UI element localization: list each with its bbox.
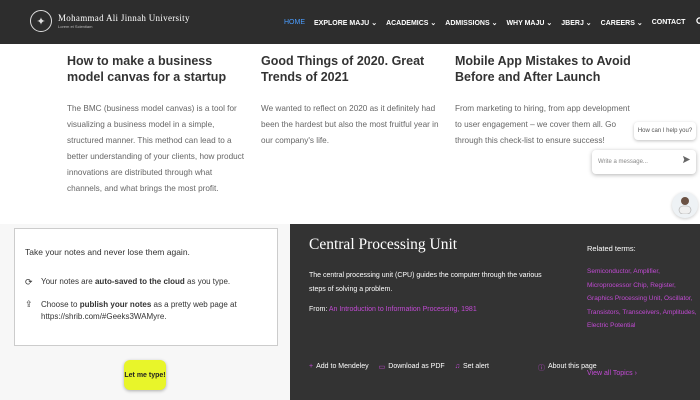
chat-message-input[interactable]: Write a message... (592, 150, 696, 174)
source-label: From: (309, 306, 328, 313)
text: as a pretty web page at (153, 300, 237, 309)
article-excerpt: We wanted to reflect on 2020 as it defin… (261, 104, 439, 145)
related-terms: Related terms: Semiconductor, Amplifier,… (587, 244, 697, 333)
article-card[interactable]: Mobile App Mistakes to Avoid Before and … (455, 53, 633, 149)
text-bold: publish your notes (79, 300, 152, 309)
nav-label: CAREERS (600, 19, 635, 27)
action-label: Download as PDF (388, 363, 445, 370)
search-icon[interactable] (696, 17, 700, 28)
nav-item-jberj[interactable]: JBERJ ⌄ (561, 19, 591, 27)
shrib-url: https://shrib.com/#Geeks3WAMyre. (41, 312, 167, 321)
chevron-down-icon: ⌄ (585, 19, 592, 27)
chat-placeholder: Write a message... (598, 159, 648, 165)
avatar-icon[interactable] (672, 192, 698, 218)
plus-icon: + (309, 363, 314, 370)
chat-tooltip: How can I help you? (634, 122, 696, 140)
definition-title: Central Processing Unit (309, 236, 458, 253)
related-terms-text[interactable]: Semiconductor, Amplifier, Microprocessor… (587, 268, 697, 329)
definition-actions: + Add to Mendeley ▭ Download as PDF ♫ Set a… (309, 363, 489, 371)
related-terms-list[interactable]: Semiconductor, Amplifier, Microprocessor… (587, 265, 697, 333)
add-to-mendeley-button[interactable]: + Add to Mendeley (309, 363, 369, 371)
university-tagline: Lorem et Scientiam (58, 23, 93, 29)
nav-label: WHY MAJU (506, 19, 545, 27)
article-title[interactable]: Good Things of 2020. Great Trends of 202… (261, 53, 441, 85)
article-excerpt: From marketing to hiring, from app devel… (455, 104, 630, 145)
text: as you type. (187, 277, 231, 286)
download-pdf-button[interactable]: ▭ Download as PDF (379, 363, 445, 371)
nav-label: JBERJ (561, 19, 584, 27)
notes-feature-text: Your notes are auto-saved to the cloud a… (41, 277, 230, 288)
notes-promo-title: Take your notes and never lose them agai… (25, 247, 190, 257)
chevron-down-icon: ⌄ (430, 19, 437, 27)
action-label: Set alert (462, 363, 490, 370)
nav-label: EXPLORE MAJU (314, 19, 370, 27)
chevron-down-icon: ⌄ (546, 19, 553, 27)
article-card[interactable]: Good Things of 2020. Great Trends of 202… (261, 53, 441, 149)
notes-feature-autosave: ⟳ Your notes are auto-saved to the cloud… (25, 277, 230, 288)
bell-icon: ♫ (454, 363, 460, 370)
article-title[interactable]: Mobile App Mistakes to Avoid Before and … (455, 53, 633, 85)
university-logo[interactable]: ✦ Mohammad Ali Jinnah University Lorem e… (30, 10, 190, 32)
article-card[interactable]: How to make a business model canvas for … (67, 53, 247, 197)
publish-icon: ⇪ (25, 299, 33, 309)
nav-item-admissions[interactable]: ADMISSIONS ⌄ (445, 19, 497, 27)
nav-item-home[interactable]: HOME (284, 19, 305, 26)
nav-item-contact[interactable]: CONTACT (652, 19, 686, 26)
university-seal-icon: ✦ (30, 10, 52, 32)
info-icon: ⓘ (538, 365, 545, 372)
text: Choose to (41, 300, 78, 309)
top-navbar: ✦ Mohammad Ali Jinnah University Lorem e… (0, 0, 700, 44)
notes-feature-publish: ⇪ Choose to publish your notes as a pret… (25, 299, 237, 323)
nav-label: ADMISSIONS (445, 19, 490, 27)
nav-item-careers[interactable]: CAREERS ⌄ (601, 19, 643, 27)
action-label: Add to Mendeley (316, 363, 369, 370)
nav-item-academics[interactable]: ACADEMICS ⌄ (386, 19, 436, 27)
text: Your notes are (41, 277, 93, 286)
chevron-down-icon: ⌄ (636, 19, 643, 27)
pdf-icon: ▭ (378, 364, 386, 371)
nav-label: ACADEMICS (386, 19, 429, 27)
source-link[interactable]: An Introduction to Information Processin… (329, 306, 477, 313)
set-alert-button[interactable]: ♫ Set alert (455, 363, 489, 371)
refresh-icon: ⟳ (25, 277, 33, 287)
university-name: Mohammad Ali Jinnah University (58, 12, 190, 23)
let-me-type-button[interactable]: Let me type! (124, 360, 166, 390)
article-excerpt: The BMC (business model canvas) is a too… (67, 104, 245, 193)
definition-text: The central processing unit (CPU) guides… (309, 272, 542, 293)
main-nav: HOME EXPLORE MAJU ⌄ ACADEMICS ⌄ ADMISSIO… (284, 17, 700, 28)
text-bold: auto-saved to the cloud (94, 277, 185, 286)
definition-source: From: An Introduction to Information Pro… (309, 306, 477, 313)
nav-item-why-maju[interactable]: WHY MAJU ⌄ (506, 19, 552, 27)
chevron-down-icon: ⌄ (371, 19, 378, 27)
notes-promo-panel: Take your notes and never lose them agai… (0, 224, 290, 400)
article-title[interactable]: How to make a business model canvas for … (67, 53, 247, 85)
notes-feature-text: Choose to publish your notes as a pretty… (41, 299, 237, 323)
notes-promo-box: Take your notes and never lose them agai… (14, 228, 278, 346)
chevron-down-icon: ⌄ (491, 19, 498, 27)
definition-panel: Central Processing Unit The central proc… (290, 224, 700, 400)
nav-item-explore-maju[interactable]: EXPLORE MAJU ⌄ (314, 19, 377, 27)
related-terms-title: Related terms: (587, 244, 636, 253)
send-icon[interactable] (682, 155, 691, 167)
view-all-topics-link[interactable]: View all Topics › (587, 370, 637, 377)
